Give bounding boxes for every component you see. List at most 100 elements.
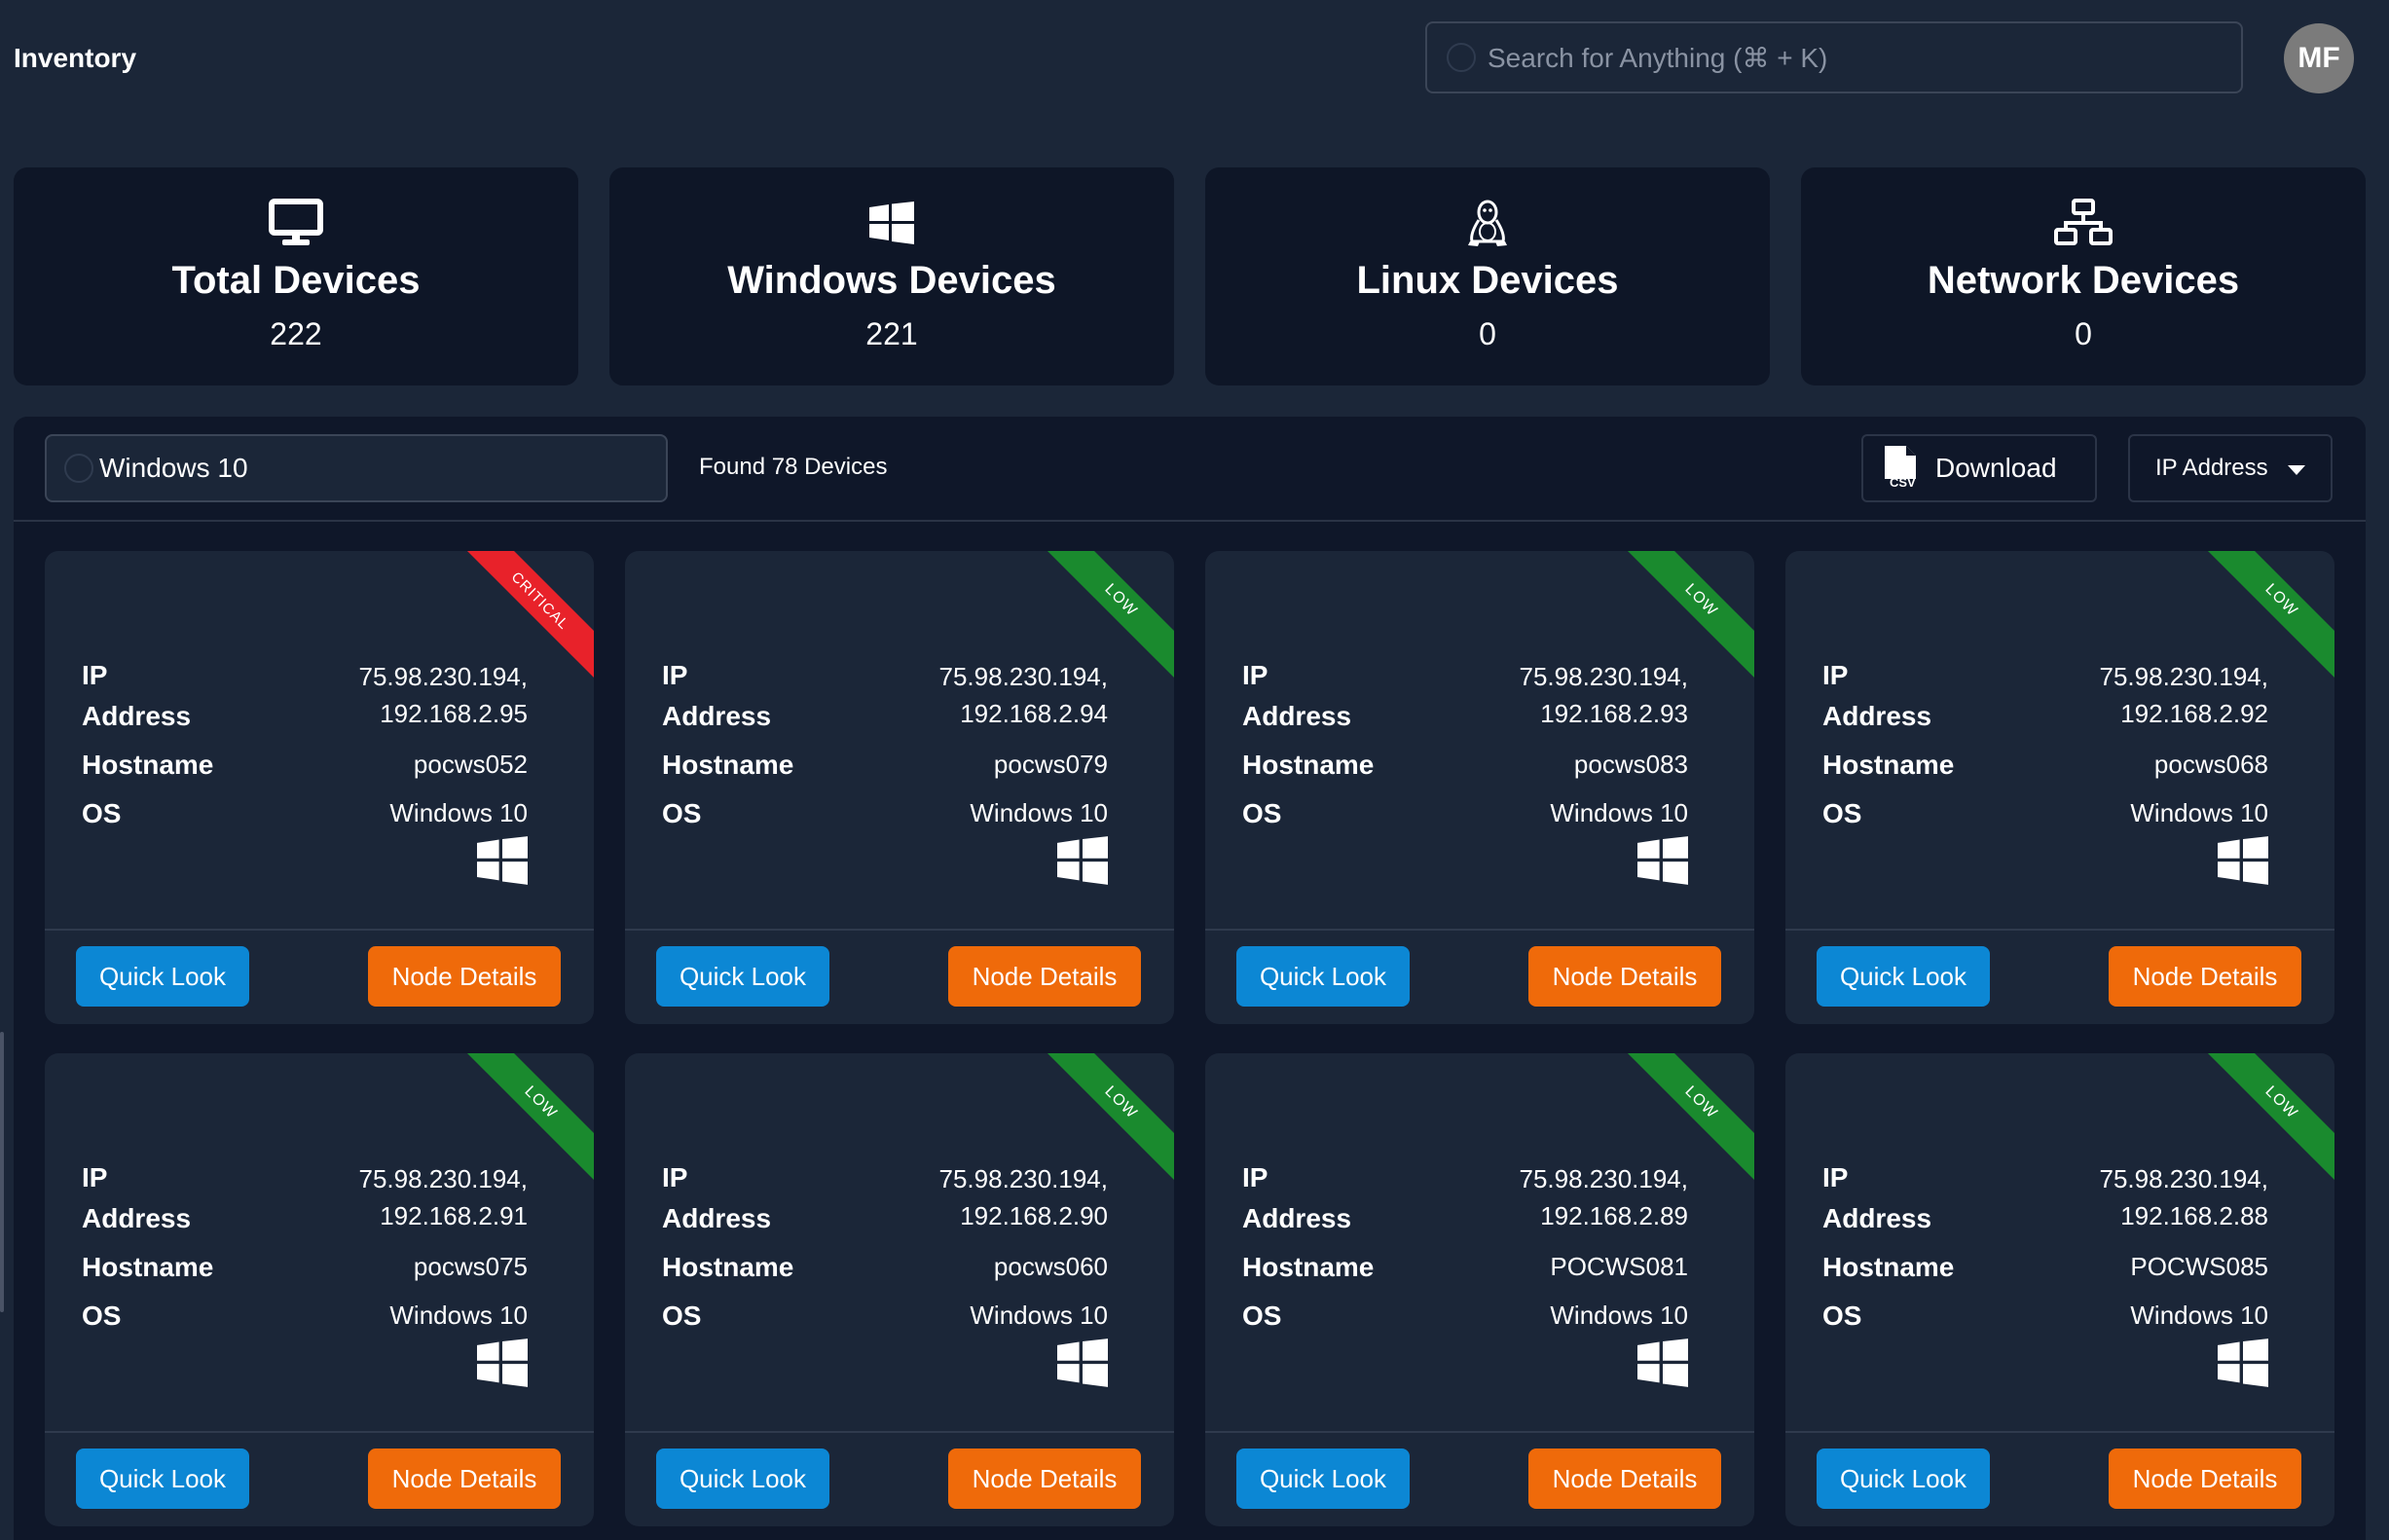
os-label: OS: [1822, 798, 1862, 828]
stat-title: Total Devices: [171, 259, 421, 302]
windows-icon: [1637, 835, 1688, 891]
sort-by-select[interactable]: IP Address: [2128, 434, 2333, 502]
ip-label-line1: IP: [1822, 660, 1849, 690]
windows-icon: [2218, 835, 2268, 891]
quick-look-button[interactable]: Quick Look: [76, 1448, 249, 1509]
windows-icon: [1057, 1338, 1108, 1393]
quick-look-button[interactable]: Quick Look: [656, 1448, 829, 1509]
os-value: Windows 10: [389, 1301, 528, 1330]
ip-private-value: 192.168.2.95: [380, 699, 528, 728]
device-card-8: LOW IP Address 75.98.230.194, 192.168.2.…: [1785, 1053, 2334, 1526]
os-value: Windows 10: [970, 1301, 1108, 1330]
ip-public-value: 75.98.230.194,: [1519, 1164, 1689, 1193]
node-details-button[interactable]: Node Details: [948, 946, 1141, 1007]
stat-value: 0: [1479, 316, 1496, 351]
filter-value: Windows 10: [99, 453, 248, 483]
node-details-button[interactable]: Node Details: [948, 1448, 1141, 1509]
ip-private-value: 192.168.2.89: [1540, 1201, 1688, 1230]
os-label: OS: [82, 798, 122, 828]
ip-public-value: 75.98.230.194,: [358, 1164, 529, 1193]
stat-card-linux-devices[interactable]: Linux Devices 0: [1205, 167, 1770, 385]
os-label: OS: [1242, 1301, 1282, 1331]
hostname-label: Hostname: [662, 750, 794, 780]
os-value: Windows 10: [389, 798, 528, 827]
download-label: Download: [1935, 453, 2057, 483]
device-filter-input[interactable]: Windows 10: [45, 434, 668, 502]
windows-icon: [477, 835, 528, 891]
quick-look-button[interactable]: Quick Look: [1236, 1448, 1410, 1509]
card-divider: [1205, 929, 1754, 931]
page-title: Inventory: [14, 43, 137, 73]
hostname-label: Hostname: [82, 1252, 214, 1282]
windows-icon: [2218, 1338, 2268, 1393]
download-csv-button[interactable]: CSV Download: [1861, 434, 2097, 502]
ip-label-line2: Address: [662, 701, 772, 731]
hostname-value: pocws060: [993, 1252, 1108, 1281]
monitor-icon: [269, 197, 323, 249]
user-avatar[interactable]: MF: [2284, 23, 2354, 93]
os-label: OS: [662, 1301, 702, 1331]
card-divider: [1205, 1431, 1754, 1433]
hostname-label: Hostname: [1822, 1252, 1955, 1282]
node-details-button[interactable]: Node Details: [368, 1448, 561, 1509]
ip-public-value: 75.98.230.194,: [358, 662, 529, 691]
node-details-button[interactable]: Node Details: [1528, 946, 1721, 1007]
device-card-3: LOW IP Address 75.98.230.194, 192.168.2.…: [1205, 551, 1754, 1024]
device-card-5: LOW IP Address 75.98.230.194, 192.168.2.…: [45, 1053, 594, 1526]
card-divider: [1785, 1431, 2334, 1433]
stat-value: 0: [2075, 316, 2092, 351]
page-scrollbar[interactable]: [0, 1032, 4, 1312]
card-divider: [45, 1431, 594, 1433]
network-icon: [2054, 197, 2113, 249]
device-card-6: LOW IP Address 75.98.230.194, 192.168.2.…: [625, 1053, 1174, 1526]
search-placeholder: Search for Anything (⌘ + K): [1488, 42, 1828, 73]
chevron-down-icon: [2288, 465, 2305, 475]
card-divider: [45, 929, 594, 931]
hostname-value: pocws068: [2153, 750, 2268, 779]
stat-card-windows-devices[interactable]: Windows Devices 221: [609, 167, 1174, 385]
os-label: OS: [1822, 1301, 1862, 1331]
stat-card-network-devices[interactable]: Network Devices 0: [1801, 167, 2366, 385]
ip-public-value: 75.98.230.194,: [2099, 662, 2269, 691]
node-details-button[interactable]: Node Details: [1528, 1448, 1721, 1509]
search-icon: [64, 454, 93, 483]
quick-look-button[interactable]: Quick Look: [76, 946, 249, 1007]
hostname-value: POCWS085: [2130, 1252, 2268, 1281]
ip-label-line1: IP: [1822, 1162, 1849, 1192]
svg-text:CSV: CSV: [1890, 475, 1916, 489]
ip-private-value: 192.168.2.88: [2120, 1201, 2268, 1230]
hostname-value: POCWS081: [1550, 1252, 1688, 1281]
card-divider: [1785, 929, 2334, 931]
node-details-button[interactable]: Node Details: [368, 946, 561, 1007]
windows-icon: [869, 197, 914, 249]
ip-label-line1: IP: [82, 1162, 108, 1192]
hostname-label: Hostname: [82, 750, 214, 780]
os-label: OS: [1242, 798, 1282, 828]
os-value: Windows 10: [1550, 798, 1688, 827]
node-details-button[interactable]: Node Details: [2109, 1448, 2301, 1509]
quick-look-button[interactable]: Quick Look: [656, 946, 829, 1007]
panel-divider: [14, 520, 2366, 522]
node-details-button[interactable]: Node Details: [2109, 946, 2301, 1007]
ip-label-line2: Address: [1242, 701, 1352, 731]
ip-label-line2: Address: [662, 1203, 772, 1233]
windows-icon: [1057, 835, 1108, 891]
stat-value: 221: [865, 316, 918, 351]
stat-card-total-devices[interactable]: Total Devices 222: [14, 167, 578, 385]
windows-icon: [477, 1338, 528, 1393]
sort-label: IP Address: [2155, 455, 2268, 481]
stat-title: Linux Devices: [1356, 259, 1619, 302]
quick-look-button[interactable]: Quick Look: [1817, 946, 1990, 1007]
stat-value: 222: [270, 316, 322, 351]
quick-look-button[interactable]: Quick Look: [1817, 1448, 1990, 1509]
os-label: OS: [82, 1301, 122, 1331]
global-search-input[interactable]: Search for Anything (⌘ + K): [1425, 21, 2243, 93]
os-value: Windows 10: [2130, 1301, 2268, 1330]
stat-title: Windows Devices: [727, 259, 1056, 302]
device-card-2: LOW IP Address 75.98.230.194, 192.168.2.…: [625, 551, 1174, 1024]
quick-look-button[interactable]: Quick Look: [1236, 946, 1410, 1007]
top-bar: Inventory Search for Anything (⌘ + K) MF: [0, 0, 2389, 117]
ip-private-value: 192.168.2.94: [960, 699, 1108, 728]
card-divider: [625, 929, 1174, 931]
ip-public-value: 75.98.230.194,: [1519, 662, 1689, 691]
